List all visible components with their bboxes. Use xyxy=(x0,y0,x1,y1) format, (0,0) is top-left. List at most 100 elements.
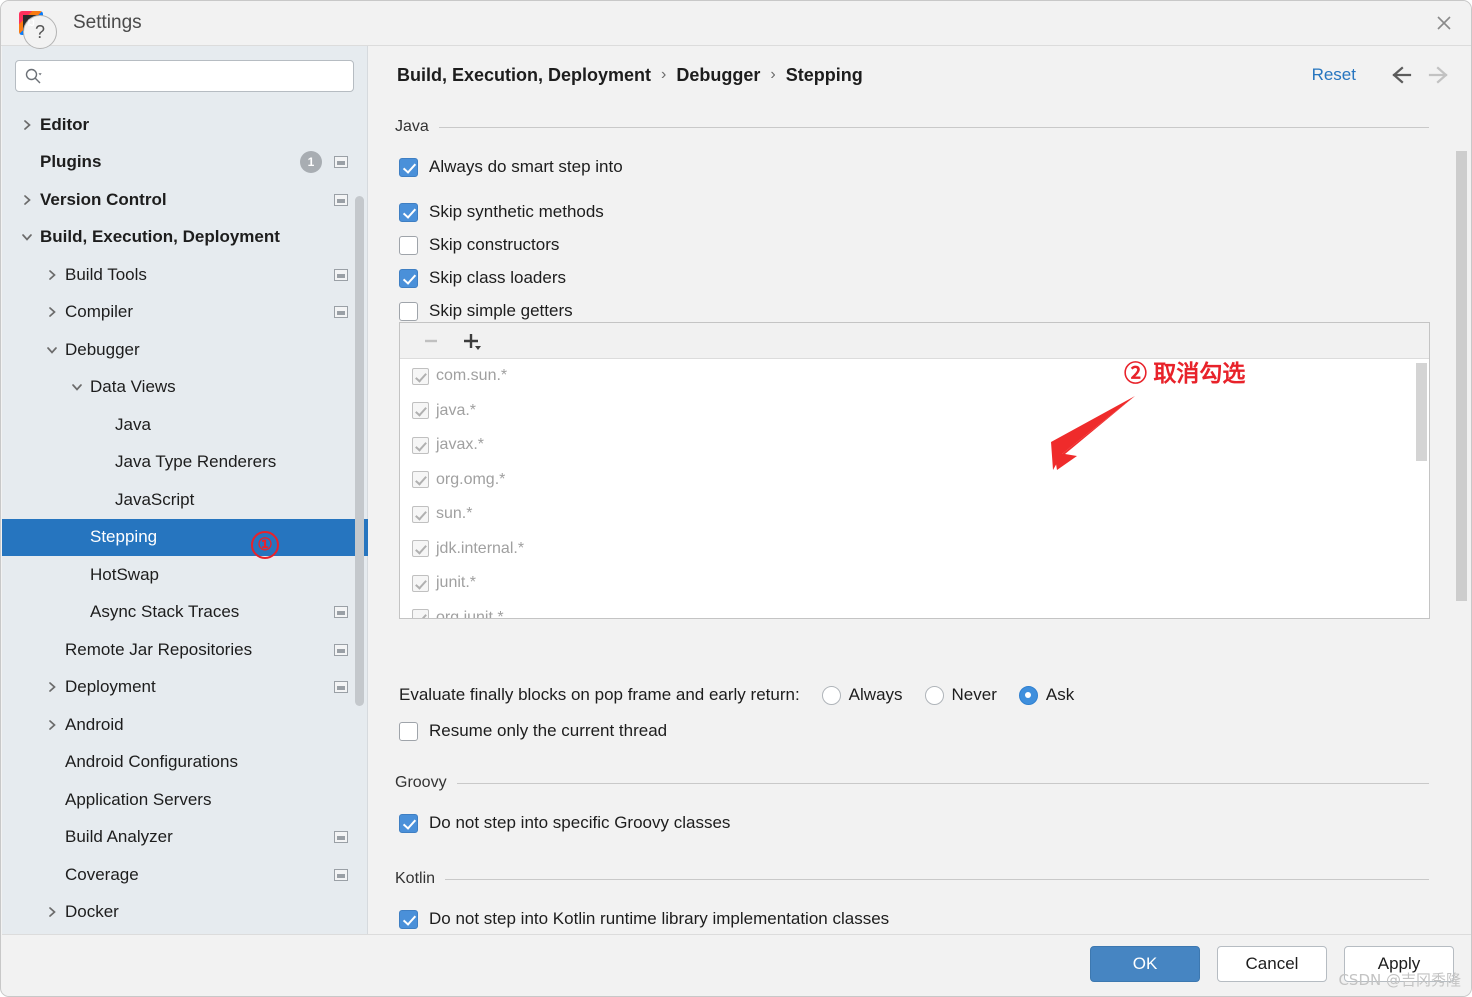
sidebar-item-hotswap[interactable]: HotSwap xyxy=(2,556,368,594)
close-icon[interactable] xyxy=(1415,1,1471,45)
checkbox-box[interactable] xyxy=(399,721,418,741)
settings-modified-icon[interactable] xyxy=(334,268,348,281)
sidebar-item-deployment[interactable]: Deployment xyxy=(2,669,368,707)
sidebar-item-android-configurations[interactable]: Android Configurations xyxy=(2,744,368,782)
exclusion-list-item[interactable]: org.junit.* xyxy=(400,601,1429,618)
checkbox-skip-synthetic-methods[interactable]: Skip synthetic methods xyxy=(399,202,604,222)
sidebar-item-coverage[interactable]: Coverage xyxy=(2,856,368,894)
sidebar-item-application-servers[interactable]: Application Servers xyxy=(2,781,368,819)
radio-button[interactable] xyxy=(924,685,944,705)
settings-modified-icon[interactable] xyxy=(334,831,348,844)
settings-modified-icon[interactable] xyxy=(334,606,348,619)
chevron-down-icon[interactable] xyxy=(43,341,61,359)
sidebar-item-docker[interactable]: Docker xyxy=(2,894,368,932)
sidebar-item-compiler[interactable]: Compiler xyxy=(2,294,368,332)
chevron-right-icon[interactable] xyxy=(43,266,61,284)
sidebar-item-data-views[interactable]: Data Views xyxy=(2,369,368,407)
radio-always[interactable]: Always xyxy=(821,685,903,705)
exclusion-list-item[interactable]: com.sun.* xyxy=(400,359,1429,394)
plus-icon[interactable] xyxy=(454,327,488,355)
breadcrumb-item-1[interactable]: Debugger xyxy=(676,65,760,86)
main-scrollbar[interactable] xyxy=(1456,151,1467,601)
radio-ask[interactable]: Ask xyxy=(1018,685,1074,705)
settings-modified-icon[interactable] xyxy=(334,156,348,169)
exclusion-list-item[interactable]: java.* xyxy=(400,394,1429,429)
checkbox-box[interactable] xyxy=(412,471,429,489)
checkbox-box[interactable] xyxy=(412,367,429,385)
chevron-right-icon[interactable] xyxy=(43,716,61,734)
exclusion-list-item[interactable]: javax.* xyxy=(400,428,1429,463)
chevron-right-icon[interactable] xyxy=(18,191,36,209)
exclusion-list-item[interactable]: sun.* xyxy=(400,497,1429,532)
radio-never[interactable]: Never xyxy=(924,685,997,705)
checkbox-label: Always do smart step into xyxy=(429,157,623,176)
settings-tree[interactable]: Editor Plugins 1 Version Control Build, Exec… xyxy=(2,106,368,934)
checkbox-box[interactable] xyxy=(412,402,429,420)
chevron-down-icon[interactable] xyxy=(18,228,36,246)
chevron-down-icon[interactable] xyxy=(68,378,86,396)
chevron-right-icon[interactable] xyxy=(18,116,36,134)
exclusion-list-item[interactable]: junit.* xyxy=(400,566,1429,601)
ok-button[interactable]: OK xyxy=(1090,946,1200,982)
sidebar-item-version-control[interactable]: Version Control xyxy=(2,181,368,219)
checkbox-box[interactable] xyxy=(412,609,429,618)
checkbox-resume-only-current-thread[interactable]: Resume only the current thread xyxy=(399,721,667,741)
reset-link[interactable]: Reset xyxy=(1312,65,1356,85)
sidebar-item-stepping[interactable]: Stepping xyxy=(2,518,368,556)
arrow-right-icon[interactable] xyxy=(1428,64,1454,86)
exclusion-list-item[interactable]: org.omg.* xyxy=(400,463,1429,498)
settings-modified-icon[interactable] xyxy=(334,306,348,319)
sidebar-item-java[interactable]: Java xyxy=(2,406,368,444)
chevron-right-icon[interactable] xyxy=(43,303,61,321)
checkbox-always-smart-step-into[interactable]: Always do smart step into xyxy=(399,157,623,177)
minus-icon[interactable] xyxy=(414,327,448,355)
checkbox-skip-class-loaders[interactable]: Skip class loaders xyxy=(399,268,566,288)
checkbox-do-not-step-into-groovy[interactable]: Do not step into specific Groovy classes xyxy=(399,813,730,833)
search-box[interactable] xyxy=(15,60,354,92)
checkbox-do-not-step-into-kotlin[interactable]: Do not step into Kotlin runtime library … xyxy=(399,909,889,929)
settings-modified-icon[interactable] xyxy=(334,868,348,881)
checkbox-skip-simple-getters[interactable]: Skip simple getters xyxy=(399,301,573,321)
checkbox-box[interactable] xyxy=(399,909,418,929)
checkbox-box[interactable] xyxy=(412,505,429,523)
checkbox-box[interactable] xyxy=(399,202,418,222)
arrow-left-icon[interactable] xyxy=(1386,64,1412,86)
breadcrumb-item-2[interactable]: Stepping xyxy=(786,65,863,86)
sidebar-item-remote-jar-repositories[interactable]: Remote Jar Repositories xyxy=(2,631,368,669)
sidebar-item-javascript[interactable]: JavaScript xyxy=(2,481,368,519)
settings-modified-icon[interactable] xyxy=(334,193,348,206)
exclusion-list-item[interactable]: jdk.internal.* xyxy=(400,532,1429,567)
cancel-button[interactable]: Cancel xyxy=(1217,946,1327,982)
sidebar-item-java-type-renderers[interactable]: Java Type Renderers xyxy=(2,444,368,482)
checkbox-skip-constructors[interactable]: Skip constructors xyxy=(399,235,559,255)
evaluate-finally-row: Evaluate finally blocks on pop frame and… xyxy=(399,685,1074,705)
sidebar-scrollbar[interactable] xyxy=(355,196,364,706)
checkbox-box[interactable] xyxy=(412,574,429,592)
sidebar-item-async-stack-traces[interactable]: Async Stack Traces xyxy=(2,594,368,632)
radio-button[interactable] xyxy=(1018,685,1038,705)
checkbox-box[interactable] xyxy=(399,235,418,255)
settings-modified-icon[interactable] xyxy=(334,643,348,656)
checkbox-box[interactable] xyxy=(399,268,418,288)
sidebar-item-editor[interactable]: Editor xyxy=(2,106,368,144)
sidebar-item-android[interactable]: Android xyxy=(2,706,368,744)
checkbox-box[interactable] xyxy=(399,301,418,321)
sidebar-item-debugger[interactable]: Debugger xyxy=(2,331,368,369)
sidebar-item-build-tools[interactable]: Build Tools xyxy=(2,256,368,294)
radio-button[interactable] xyxy=(821,685,841,705)
checkbox-box[interactable] xyxy=(412,540,429,558)
exclusion-list-body[interactable]: com.sun.* java.* javax.* org.omg.* sun.* jdk.… xyxy=(400,359,1429,618)
exclusion-list-scrollbar[interactable] xyxy=(1416,363,1427,461)
breadcrumb-item-0[interactable]: Build, Execution, Deployment xyxy=(397,65,651,86)
checkbox-box[interactable] xyxy=(399,813,418,833)
chevron-right-icon[interactable] xyxy=(43,678,61,696)
checkbox-box[interactable] xyxy=(412,436,429,454)
sidebar-item-build-analyzer[interactable]: Build Analyzer xyxy=(2,819,368,857)
chevron-right-icon[interactable] xyxy=(43,903,61,921)
sidebar-item-build-execution-deployment[interactable]: Build, Execution, Deployment xyxy=(2,219,368,257)
checkbox-box[interactable] xyxy=(399,157,418,177)
settings-modified-icon[interactable] xyxy=(334,681,348,694)
checkbox-label: Do not step into specific Groovy classes xyxy=(429,813,731,832)
sidebar-item-plugins[interactable]: Plugins 1 xyxy=(2,144,368,182)
search-input[interactable] xyxy=(48,68,345,84)
